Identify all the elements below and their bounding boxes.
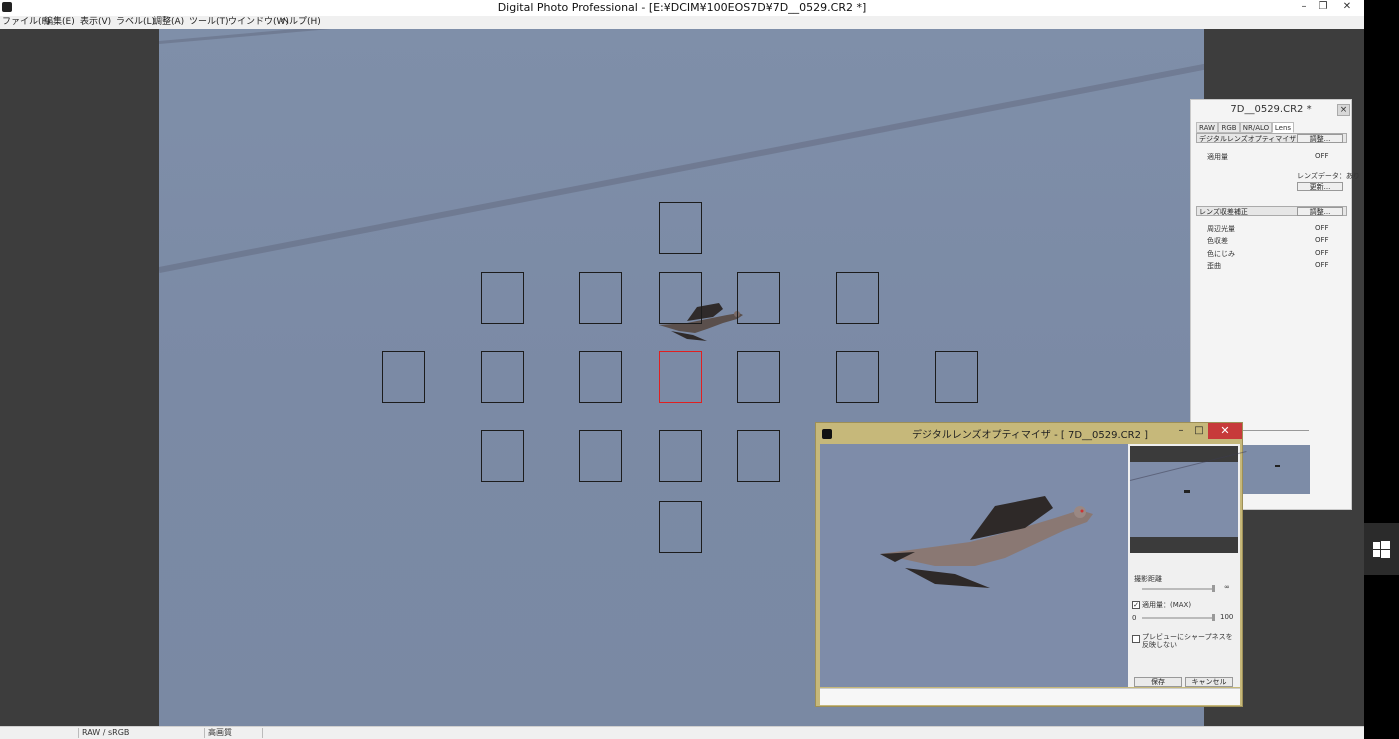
amount-slider[interactable] xyxy=(1142,617,1214,619)
menu-view[interactable]: 表示(V) xyxy=(80,16,111,29)
af-point[interactable] xyxy=(659,202,702,254)
tab-rgb[interactable]: RGB xyxy=(1218,122,1240,133)
status-bar: RAW / sRGB 高画質 xyxy=(0,726,1364,739)
navigator-thumbnail[interactable] xyxy=(1243,445,1310,494)
dlo-section-title: デジタルレンズオプティマイザ xyxy=(1199,135,1297,143)
af-point[interactable] xyxy=(737,430,780,482)
bird-preview xyxy=(880,496,1093,588)
dlo-control-panel: 撮影距離 ∞ ✓ 適用量：(MAX) 0 100 プレビューにシャープネスを反映… xyxy=(1128,444,1247,687)
af-point[interactable] xyxy=(579,272,622,324)
color-blur-value: OFF xyxy=(1315,249,1329,257)
menu-help[interactable]: ヘルプ(H) xyxy=(280,16,321,29)
distortion-label: 歪曲 xyxy=(1207,262,1221,270)
dlo-maximize-button[interactable]: □ xyxy=(1188,424,1210,439)
dlo-close-button[interactable]: ✕ xyxy=(1208,423,1242,439)
lens-data-status: レンズデータ：あり xyxy=(1297,172,1360,180)
dlo-amount-value: OFF xyxy=(1315,152,1329,160)
af-point[interactable] xyxy=(659,501,702,553)
menu-tools[interactable]: ツール(T) xyxy=(189,16,229,29)
chromatic-aberration-value: OFF xyxy=(1315,236,1329,244)
windows-logo-icon xyxy=(1373,541,1390,558)
status-format: RAW / sRGB xyxy=(82,728,130,737)
power-line xyxy=(159,29,419,44)
status-separator xyxy=(262,728,263,738)
sharpness-checkbox-label: プレビューにシャープネスを反映しない xyxy=(1142,633,1233,649)
dlo-adjust-button[interactable]: 調整... xyxy=(1297,134,1343,143)
peripheral-illumination-value: OFF xyxy=(1315,224,1329,232)
title-bar: Digital Photo Professional - [E:¥DCIM¥10… xyxy=(0,0,1364,17)
af-point[interactable] xyxy=(481,272,524,324)
amount-slider-thumb[interactable] xyxy=(1212,614,1215,621)
palette-close-button[interactable]: × xyxy=(1337,104,1350,116)
chromatic-aberration-label: 色収差 xyxy=(1207,237,1228,245)
distance-slider-thumb[interactable] xyxy=(1212,585,1215,592)
amount-checkbox-label: 適用量：(MAX) xyxy=(1142,601,1192,609)
navigator-border-top xyxy=(1130,446,1238,462)
af-point[interactable] xyxy=(836,351,879,403)
save-button[interactable]: 保存 xyxy=(1134,677,1182,687)
tab-nr-alo[interactable]: NR/ALO xyxy=(1240,122,1272,133)
shooting-distance-label: 撮影距離 xyxy=(1134,575,1162,583)
menu-bar: ファイル(F) 編集(E) 表示(V) ラベル(L) 調整(A) ツール(T) … xyxy=(0,16,1364,30)
af-point-active[interactable] xyxy=(659,351,702,403)
dlo-navigator[interactable] xyxy=(1129,446,1247,553)
amount-min-label: 0 xyxy=(1132,614,1137,622)
palette-title: 7D__0529.CR2 * xyxy=(1230,104,1312,115)
close-button[interactable]: ✕ xyxy=(1336,0,1358,16)
status-quality: 高画質 xyxy=(208,728,232,737)
af-point[interactable] xyxy=(935,351,978,403)
amount-max-label: 100 xyxy=(1220,613,1234,621)
distance-slider[interactable] xyxy=(1142,588,1214,590)
menu-adjust[interactable]: 調整(A) xyxy=(153,16,184,29)
windows-start-charm[interactable] xyxy=(1364,523,1399,575)
af-point[interactable] xyxy=(579,351,622,403)
infinity-label: ∞ xyxy=(1224,583,1230,591)
navigator-bird xyxy=(1184,490,1190,493)
lens-data-update-button[interactable]: 更新... xyxy=(1297,182,1343,191)
aberration-adjust-button[interactable]: 調整... xyxy=(1297,207,1343,216)
distortion-value: OFF xyxy=(1315,261,1329,269)
dlo-dialog: デジタルレンズオプティマイザ - [ 7D__0529.CR2 ] – □ ✕ … xyxy=(815,422,1247,707)
menu-file[interactable]: ファイル(F) xyxy=(2,16,50,29)
af-point[interactable] xyxy=(659,272,702,324)
af-point[interactable] xyxy=(737,351,780,403)
af-point[interactable] xyxy=(737,272,780,324)
af-point[interactable] xyxy=(382,351,425,403)
status-separator xyxy=(204,728,205,738)
cancel-button[interactable]: キャンセル xyxy=(1185,677,1233,687)
color-blur-label: 色にじみ xyxy=(1207,250,1235,258)
dlo-amount-label: 適用量 xyxy=(1207,153,1228,161)
af-point[interactable] xyxy=(659,430,702,482)
aberration-section-title: レンズ収差補正 xyxy=(1199,208,1248,216)
tab-raw[interactable]: RAW xyxy=(1196,122,1218,133)
restore-button[interactable]: ❐ xyxy=(1312,0,1334,16)
tab-lens[interactable]: Lens xyxy=(1272,122,1294,133)
window-title: Digital Photo Professional - [E:¥DCIM¥10… xyxy=(497,1,867,14)
dlo-preview-image[interactable] xyxy=(820,444,1128,687)
af-point[interactable] xyxy=(481,351,524,403)
navigator-border-bottom xyxy=(1130,537,1238,553)
amount-checkbox[interactable]: ✓ xyxy=(1132,601,1140,609)
dlo-status-bar xyxy=(820,688,1240,705)
menu-edit[interactable]: 編集(E) xyxy=(44,16,75,29)
peripheral-illumination-label: 周辺光量 xyxy=(1207,225,1235,233)
af-point[interactable] xyxy=(579,430,622,482)
af-point[interactable] xyxy=(481,430,524,482)
thumbnail-bird xyxy=(1275,465,1280,467)
status-separator xyxy=(78,728,79,738)
sharpness-checkbox[interactable] xyxy=(1132,635,1140,643)
af-point[interactable] xyxy=(836,272,879,324)
menu-label[interactable]: ラベル(L) xyxy=(116,16,155,29)
